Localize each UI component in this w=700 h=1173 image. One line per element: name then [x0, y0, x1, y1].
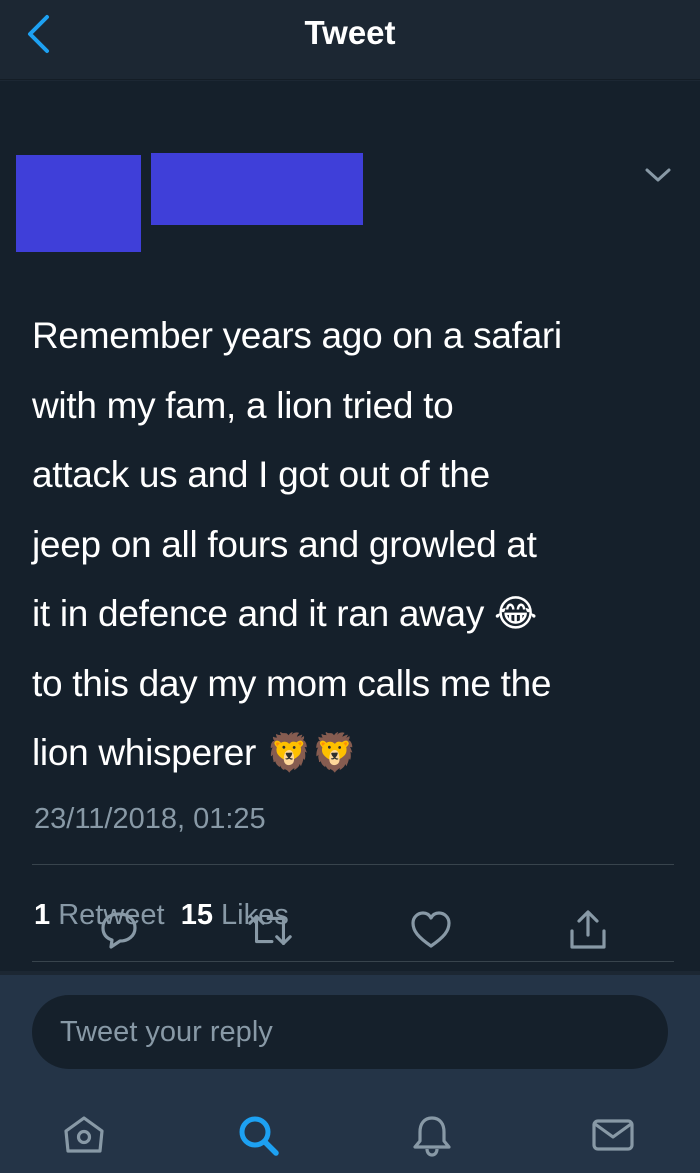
tab-bar	[0, 1105, 700, 1173]
retweet-button[interactable]	[245, 900, 295, 960]
tweet-detail: Remember years ago on a safari with my f…	[0, 81, 700, 971]
tweet-options-button[interactable]	[640, 163, 676, 187]
heart-icon	[411, 911, 451, 948]
tab-notifications[interactable]	[404, 1105, 460, 1165]
tab-messages[interactable]	[585, 1105, 641, 1165]
home-icon	[64, 1116, 104, 1153]
page-title: Tweet	[304, 14, 396, 51]
author-name[interactable]	[151, 153, 363, 225]
reply-icon	[101, 912, 137, 949]
divider	[32, 864, 674, 865]
tweet-text: Remember years ago on a safari with my f…	[32, 315, 562, 773]
retweet-icon	[248, 915, 292, 945]
tab-search[interactable]	[230, 1105, 286, 1165]
bell-icon	[413, 1116, 451, 1157]
bottom-panel	[0, 975, 700, 1173]
reply-input[interactable]	[32, 995, 668, 1069]
tab-home[interactable]	[56, 1105, 112, 1165]
tweet-actions	[0, 900, 700, 970]
avatar[interactable]	[16, 155, 141, 252]
chevron-down-icon	[645, 168, 671, 182]
search-icon	[239, 1116, 279, 1156]
mail-icon	[592, 1119, 634, 1151]
share-button[interactable]	[563, 900, 613, 960]
tweet-timestamp[interactable]: 23/11/2018, 01:25	[34, 803, 266, 836]
reply-button[interactable]	[94, 900, 144, 960]
share-icon	[570, 910, 606, 949]
like-button[interactable]	[406, 900, 456, 960]
top-bar: Tweet	[0, 0, 700, 80]
